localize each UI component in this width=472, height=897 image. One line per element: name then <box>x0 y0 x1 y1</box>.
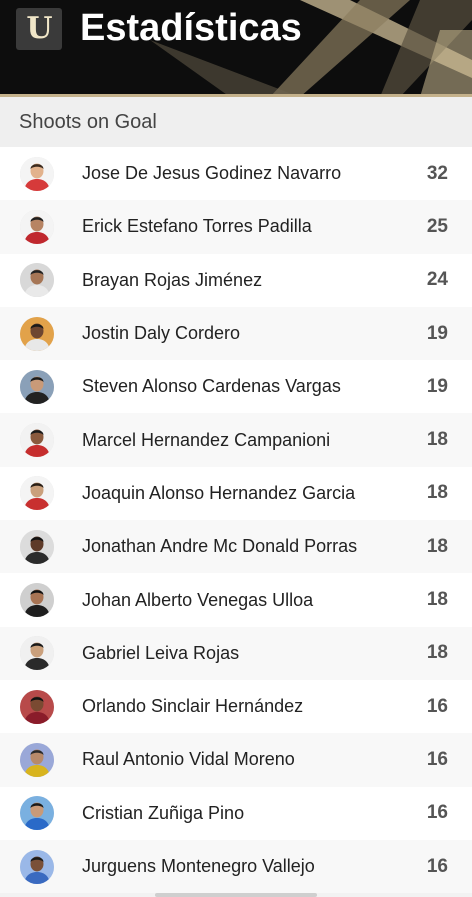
player-shots-value: 18 <box>426 535 448 557</box>
player-avatar <box>20 636 54 671</box>
team-logo: U <box>16 8 62 50</box>
player-name: Jostin Daly Cordero <box>82 323 241 344</box>
player-shots-value: 19 <box>426 322 448 344</box>
player-avatar <box>20 689 54 724</box>
player-avatar <box>20 263 54 298</box>
player-name: Steven Alonso Cardenas Vargas <box>82 376 341 397</box>
player-avatar <box>20 156 54 191</box>
player-avatar <box>20 796 54 831</box>
player-avatar <box>20 849 54 884</box>
player-shots-value: 16 <box>426 748 448 770</box>
player-row[interactable]: Joaquin Alonso Hernandez Garcia 18 <box>0 466 472 521</box>
player-shots-value: 18 <box>426 642 448 664</box>
player-avatar <box>20 209 54 244</box>
player-row[interactable]: Jurguens Montenegro Vallejo 16 <box>0 839 472 894</box>
player-shots-value: 16 <box>426 855 448 877</box>
player-name: Jonathan Andre Mc Donald Porras <box>82 536 358 557</box>
player-shots-value: 25 <box>426 215 448 237</box>
player-avatar <box>20 423 54 458</box>
player-shots-value: 19 <box>426 375 448 397</box>
player-row[interactable]: Marcel Hernandez Campanioni 18 <box>0 413 472 467</box>
player-avatar <box>20 529 54 564</box>
player-shots-value: 16 <box>426 802 448 824</box>
player-name: Orlando Sinclair Hernández <box>82 696 304 717</box>
player-list: Jose De Jesus Godinez Navarro 32 Erick Est… <box>0 147 472 894</box>
player-name: Joaquin Alonso Hernandez Garcia <box>82 482 356 503</box>
player-row[interactable]: Brayan Rojas Jiménez 24 <box>0 253 472 307</box>
player-row[interactable]: Cristian Zuñiga Pino 16 <box>0 786 472 840</box>
player-name: Gabriel Leiva Rojas <box>82 642 240 663</box>
player-shots-value: 18 <box>426 482 448 504</box>
player-name: Erick Estefano Torres Padilla <box>82 216 312 237</box>
player-shots-value: 16 <box>426 695 448 717</box>
player-row[interactable]: Steven Alonso Cardenas Vargas 19 <box>0 360 472 414</box>
logo-letter: U <box>26 11 52 46</box>
player-name: Jurguens Montenegro Vallejo <box>82 856 315 876</box>
player-row[interactable]: Jose De Jesus Godinez Navarro 32 <box>0 147 472 201</box>
section-title: Shoots on Goal <box>19 111 157 133</box>
section-header: Shoots on Goal <box>0 97 472 147</box>
player-name: Jose De Jesus Godinez Navarro <box>82 163 342 184</box>
player-row[interactable]: Gabriel Leiva Rojas 18 <box>0 626 472 680</box>
player-avatar <box>20 742 54 777</box>
player-row[interactable]: Jostin Daly Cordero 19 <box>0 306 472 361</box>
player-row[interactable]: Johan Alberto Venegas Ulloa 18 <box>0 573 472 627</box>
player-shots-value: 18 <box>426 589 448 611</box>
app-header: U Estadísticas <box>0 0 472 97</box>
player-name: Marcel Hernandez Campanioni <box>82 429 331 450</box>
player-name: Cristian Zuñiga Pino <box>82 802 245 823</box>
player-shots-value: 32 <box>426 162 448 184</box>
player-row[interactable]: Orlando Sinclair Hernández 16 <box>0 679 472 734</box>
player-row[interactable]: Jonathan Andre Mc Donald Porras 18 <box>0 520 472 574</box>
player-row[interactable]: Erick Estefano Torres Padilla 25 <box>0 200 472 254</box>
player-shots-value: 18 <box>426 429 448 451</box>
player-avatar <box>20 476 54 511</box>
player-avatar <box>20 369 54 404</box>
home-indicator[interactable] <box>155 893 317 897</box>
page-title: Estadísticas <box>80 7 302 49</box>
player-avatar <box>20 316 54 351</box>
player-shots-value: 24 <box>426 269 448 291</box>
player-name: Raul Antonio Vidal Moreno <box>82 749 295 770</box>
player-name: Johan Alberto Venegas Ulloa <box>82 589 314 610</box>
player-name: Brayan Rojas Jiménez <box>82 269 263 290</box>
player-avatar <box>20 583 54 618</box>
player-row[interactable]: Raul Antonio Vidal Moreno 16 <box>0 733 472 787</box>
